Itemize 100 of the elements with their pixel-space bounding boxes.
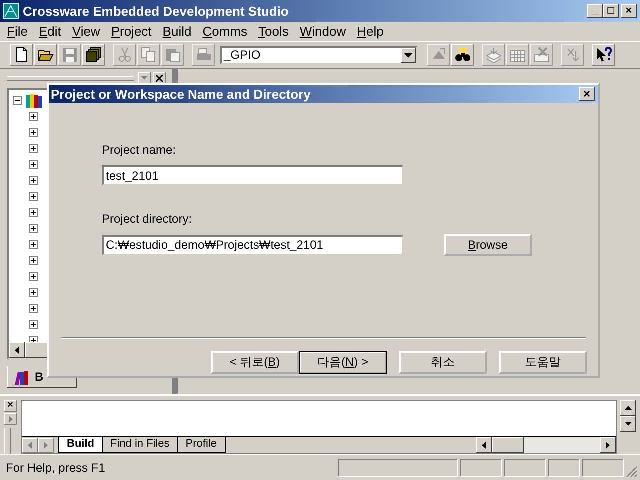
menu-item[interactable]: Project	[106, 24, 158, 39]
expand-toggle[interactable]	[29, 208, 38, 216]
expand-toggle[interactable]	[29, 144, 38, 152]
status-pane	[504, 458, 546, 476]
help-button[interactable]: 도움말	[499, 351, 587, 374]
plus-icon	[29, 256, 38, 264]
find-button[interactable]	[451, 44, 474, 66]
panel-menu-button[interactable]	[138, 72, 151, 84]
back-button[interactable]: < 뒤로(B)	[211, 351, 299, 374]
expand-toggle[interactable]	[29, 336, 38, 342]
status-pane	[548, 458, 580, 476]
resize-grip-icon	[626, 466, 638, 478]
tab-scroll-left-button[interactable]	[22, 438, 38, 452]
menu-item[interactable]: Edit	[34, 24, 68, 39]
help-icon	[596, 47, 612, 63]
new-button[interactable]	[10, 44, 33, 66]
scissors-icon	[116, 47, 132, 63]
configuration-dropdown[interactable]: _GPIO	[220, 46, 418, 64]
close-button[interactable]: ×	[579, 87, 595, 101]
browse-button[interactable]: Browse	[444, 234, 532, 256]
expand-toggle[interactable]	[29, 112, 38, 120]
field-label: Project name:	[102, 143, 178, 157]
output-tab[interactable]: Profile	[176, 437, 226, 453]
panel-gripper[interactable]	[4, 428, 11, 454]
expand-toggle[interactable]	[29, 288, 38, 296]
status-pane	[582, 458, 624, 476]
menu-item[interactable]: Tools	[254, 24, 295, 39]
caret-icon	[404, 52, 413, 58]
expand-button[interactable]	[4, 413, 17, 425]
expand-toggle[interactable]	[29, 176, 38, 184]
left-arrow-icon	[28, 442, 32, 448]
expand-toggle[interactable]	[29, 160, 38, 168]
expand-toggle[interactable]	[29, 224, 38, 232]
plus-icon	[29, 272, 38, 280]
next-button[interactable]: 다음(N) >	[299, 351, 387, 374]
up-arrow-icon	[624, 406, 632, 410]
cross-icon	[534, 47, 550, 63]
open-button[interactable]	[34, 44, 57, 66]
field-label: Project directory:	[102, 212, 194, 226]
text-field[interactable]: C:₩estudio_demo₩Projects₩test_2101	[102, 234, 404, 256]
plus-icon	[29, 224, 38, 232]
maximize-button[interactable]: □	[603, 4, 619, 18]
text-field[interactable]: test_2101	[102, 165, 404, 186]
cancel-button[interactable]: 취소	[399, 351, 487, 374]
caret-icon	[141, 76, 148, 80]
plus-icon	[29, 288, 38, 296]
plus-icon	[29, 112, 38, 120]
window-title: Crossware Embedded Development Studio	[23, 4, 290, 18]
scroll-thumb[interactable]	[492, 437, 524, 453]
stack-icon	[486, 47, 502, 63]
left-arrow-icon	[15, 346, 19, 354]
close-button[interactable]: ×	[4, 400, 17, 412]
expand-toggle[interactable]	[29, 240, 38, 248]
page-icon	[14, 47, 30, 63]
right-arrow-icon	[606, 442, 610, 448]
expand-toggle[interactable]	[29, 320, 38, 328]
plus-icon	[29, 304, 38, 312]
menu-item[interactable]: View	[67, 24, 106, 39]
menu-item[interactable]: File	[2, 24, 34, 39]
horizontal-scrollbar[interactable]	[476, 437, 616, 453]
printer-icon	[196, 47, 212, 63]
right-arrow-icon	[44, 442, 48, 448]
dialog-title: Project or Workspace Name and Directory	[51, 86, 312, 102]
expand-toggle[interactable]	[29, 272, 38, 280]
plus-icon	[29, 176, 38, 184]
down-arrow-icon	[624, 422, 632, 426]
saveall-button[interactable]	[82, 44, 105, 66]
expand-toggle[interactable]	[29, 256, 38, 264]
binoculars-icon	[454, 47, 470, 63]
plus-icon	[29, 192, 38, 200]
close-button[interactable]: ×	[621, 4, 637, 18]
panel-close-button[interactable]	[153, 72, 166, 84]
expand-toggle[interactable]	[29, 304, 38, 312]
output-tab[interactable]: Build	[58, 437, 104, 453]
books-icon	[25, 92, 43, 108]
expand-toggle[interactable]	[29, 192, 38, 200]
plus-icon	[29, 160, 38, 168]
expand-toggle[interactable]	[29, 128, 38, 136]
plus-icon	[29, 240, 38, 248]
status-pane	[460, 458, 502, 476]
clipboard-icon	[164, 47, 180, 63]
whatsthis-button[interactable]	[592, 44, 615, 66]
app-icon	[3, 3, 19, 19]
tab-scroll-right-button[interactable]	[38, 438, 54, 452]
output-tab[interactable]: Find in Files	[102, 437, 179, 453]
arrow-icon	[564, 47, 580, 63]
menu-item[interactable]: Window	[294, 24, 352, 39]
left-arrow-icon	[482, 442, 486, 448]
menu-item[interactable]: Help	[352, 24, 390, 39]
plus-icon	[29, 320, 38, 328]
collapse-toggle[interactable]	[13, 96, 22, 104]
menu-item[interactable]: Build	[158, 24, 198, 39]
minimize-button[interactable]: _	[587, 4, 603, 18]
disks-icon	[86, 47, 102, 63]
right-arrow-icon	[8, 416, 12, 422]
plus-icon	[29, 208, 38, 216]
menu-item[interactable]: Comms	[198, 24, 254, 39]
status-text: For Help, press F1	[6, 460, 106, 474]
plus-icon	[29, 128, 38, 136]
close-icon	[156, 74, 163, 82]
